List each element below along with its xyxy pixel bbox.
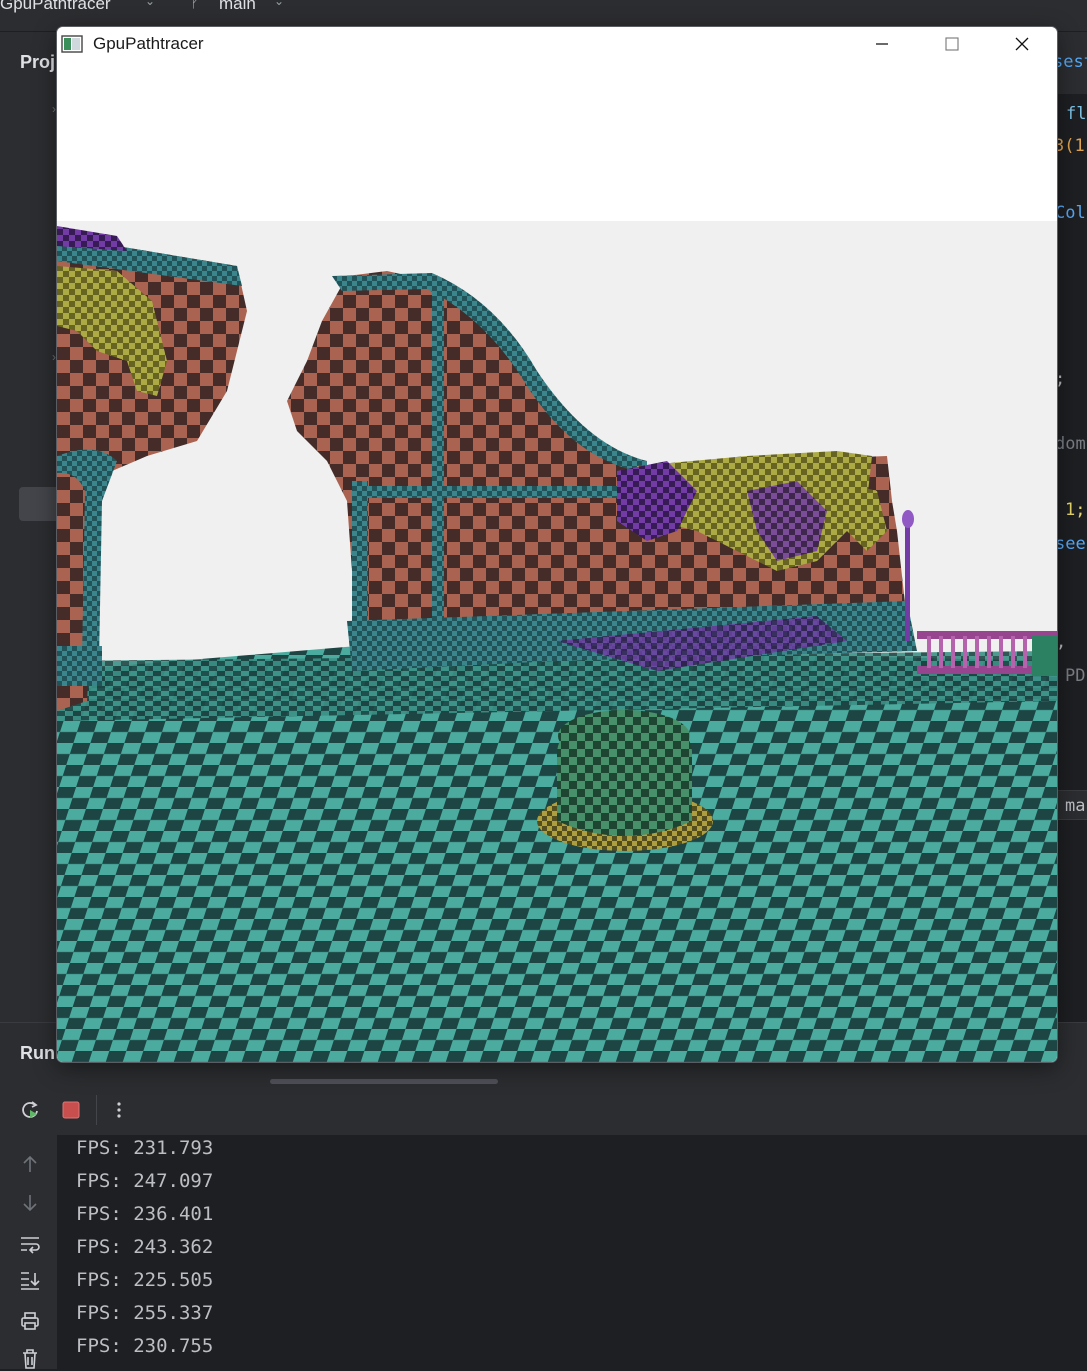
down-arrow-icon[interactable] bbox=[18, 1191, 42, 1215]
app-window-title: GpuPathtracer bbox=[93, 34, 204, 53]
console-line: FPS: 230.755 bbox=[76, 1335, 214, 1357]
console-line: FPS: 255.337 bbox=[76, 1302, 214, 1324]
console-line: FPS: 236.401 bbox=[76, 1203, 214, 1225]
tree-chevron-icon[interactable]: › bbox=[52, 350, 56, 364]
panel-resize-handle[interactable] bbox=[270, 1079, 498, 1084]
run-toolbar bbox=[0, 1085, 1087, 1135]
code-token: , bbox=[1057, 632, 1067, 652]
project-selector[interactable]: GpuPathtracer bbox=[0, 0, 111, 14]
chevron-down-icon[interactable]: ⌄ bbox=[145, 0, 155, 8]
code-token: 3(1 bbox=[1057, 136, 1085, 156]
code-editor[interactable]: sest fl 3(1 Col ; dom 1; see , PD ma bbox=[1057, 32, 1087, 1022]
code-token: fl bbox=[1066, 104, 1087, 124]
editor-tab-label[interactable]: sest bbox=[1057, 52, 1087, 72]
console-line: FPS: 243.362 bbox=[76, 1236, 214, 1258]
run-panel-title[interactable]: Run bbox=[20, 1043, 55, 1064]
more-icon[interactable] bbox=[108, 1099, 130, 1121]
console-line: FPS: 225.505 bbox=[76, 1269, 214, 1291]
code-token: Col bbox=[1057, 203, 1086, 223]
code-token: 1; bbox=[1065, 500, 1086, 520]
project-panel-title[interactable]: Proj bbox=[20, 52, 55, 73]
app-title-bar[interactable]: GpuPathtracer bbox=[57, 27, 1057, 61]
stop-icon[interactable] bbox=[60, 1099, 82, 1121]
render-viewport[interactable] bbox=[57, 61, 1057, 1062]
toolbar-separator bbox=[96, 1095, 97, 1125]
code-token: PD bbox=[1065, 666, 1086, 686]
console-output[interactable]: FPS: 231.793 FPS: 247.097 FPS: 236.401 F… bbox=[57, 1135, 1087, 1369]
project-tree-selected-row[interactable] bbox=[19, 487, 59, 521]
chevron-down-icon[interactable]: ⌄ bbox=[274, 0, 284, 8]
code-token: dom bbox=[1057, 434, 1086, 454]
soft-wrap-icon[interactable] bbox=[18, 1232, 42, 1256]
scroll-to-end-icon[interactable] bbox=[18, 1268, 42, 1292]
console-line: FPS: 231.793 bbox=[76, 1137, 214, 1159]
console-gutter bbox=[0, 1135, 57, 1369]
app-icon bbox=[61, 34, 83, 59]
rendered-scene bbox=[57, 61, 1057, 1062]
code-token: ma bbox=[1065, 796, 1086, 816]
code-token: see bbox=[1057, 534, 1086, 554]
maximize-icon[interactable] bbox=[917, 27, 987, 61]
print-icon[interactable] bbox=[18, 1309, 42, 1333]
tree-chevron-icon[interactable]: › bbox=[52, 102, 56, 116]
project-panel: Proj › › bbox=[0, 32, 59, 1022]
code-token: ; bbox=[1057, 369, 1065, 389]
trash-icon[interactable] bbox=[18, 1347, 42, 1371]
branch-icon: ᚹ bbox=[190, 0, 200, 11]
rerun-icon[interactable] bbox=[19, 1099, 41, 1121]
console-line: FPS: 247.097 bbox=[76, 1170, 214, 1192]
app-window[interactable]: GpuPathtracer bbox=[57, 27, 1057, 1062]
close-icon[interactable] bbox=[987, 27, 1057, 61]
up-arrow-icon[interactable] bbox=[18, 1152, 42, 1176]
branch-selector[interactable]: main bbox=[219, 0, 256, 14]
minimize-icon[interactable] bbox=[847, 27, 917, 61]
